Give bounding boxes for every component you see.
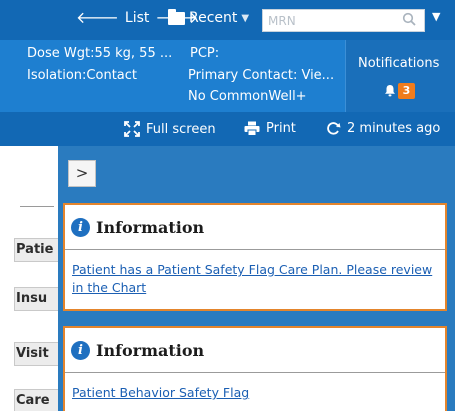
search-icon[interactable] <box>402 12 416 26</box>
commonwell-status: No CommonWell+ <box>188 89 307 104</box>
notification-count-badge: 3 <box>398 83 415 99</box>
list-button[interactable]: List <box>125 10 149 26</box>
notifications-button[interactable]: Notifications 3 <box>345 40 455 112</box>
recent-label: Recent <box>189 10 238 26</box>
card-body: Patient Behavior Safety Flag <box>65 373 445 402</box>
refresh-icon <box>327 122 341 135</box>
expand-icon <box>124 121 140 137</box>
chevron-down-icon: ▼ <box>241 12 250 24</box>
pcp-label: PCP: <box>190 46 220 61</box>
alerts-panel: > i Information Patient has a Patient Sa… <box>58 146 455 411</box>
primary-contact[interactable]: Primary Contact: Vie... <box>188 68 334 83</box>
printer-icon <box>244 121 260 136</box>
card-body: Patient has a Patient Safety Flag Care P… <box>65 250 445 297</box>
bell-icon <box>385 85 395 97</box>
mrn-search-input[interactable] <box>262 9 425 32</box>
information-card: i Information Patient Behavior Safety Fl… <box>63 326 447 411</box>
tab-patient[interactable]: Patie <box>14 238 58 262</box>
card-header: i Information <box>65 328 445 373</box>
full-screen-button[interactable]: Full screen <box>124 121 216 137</box>
folder-icon <box>168 8 185 25</box>
tab-insurance[interactable]: Insu <box>14 287 58 311</box>
patient-banner: Dose Wgt:55 kg, 55 ... Isolation:Contact… <box>0 40 455 112</box>
card-title: Information <box>96 217 205 237</box>
info-icon: i <box>71 217 90 237</box>
actions-row: Full screen Print 2 minutes ago <box>0 112 455 146</box>
dose-weight: Dose Wgt:55 kg, 55 ... <box>27 46 173 61</box>
tab-care[interactable]: Care <box>14 389 58 411</box>
search-options-chevron-icon[interactable]: ▼ <box>432 10 440 23</box>
information-card: i Information Patient has a Patient Safe… <box>63 203 447 311</box>
last-refreshed-time: 2 minutes ago <box>347 121 441 136</box>
full-screen-label: Full screen <box>146 121 216 137</box>
patient-info: Dose Wgt:55 kg, 55 ... Isolation:Contact… <box>0 40 345 112</box>
tab-visit[interactable]: Visit <box>14 342 58 366</box>
collapse-panel-button[interactable]: > <box>68 160 96 187</box>
safety-flag-care-plan-link[interactable]: Patient has a Patient Safety Flag Care P… <box>72 262 432 295</box>
behavior-safety-flag-link[interactable]: Patient Behavior Safety Flag <box>72 385 249 400</box>
card-title: Information <box>96 340 205 360</box>
divider <box>20 206 54 207</box>
notifications-label: Notifications <box>358 56 440 71</box>
print-label: Print <box>266 121 296 136</box>
recent-dropdown[interactable]: Recent ▼ <box>168 8 250 26</box>
refresh-button[interactable]: 2 minutes ago <box>326 121 440 136</box>
left-tab-strip: Patie Insu Visit Care <box>0 146 58 411</box>
info-icon: i <box>71 340 90 360</box>
back-arrow-icon[interactable]: 🡐 <box>76 10 119 26</box>
isolation-status: Isolation:Contact <box>27 68 137 83</box>
print-button[interactable]: Print <box>244 121 296 136</box>
top-toolbar: 🡐 List 🡒 Recent ▼ ▼ <box>0 0 455 40</box>
card-header: i Information <box>65 205 445 250</box>
